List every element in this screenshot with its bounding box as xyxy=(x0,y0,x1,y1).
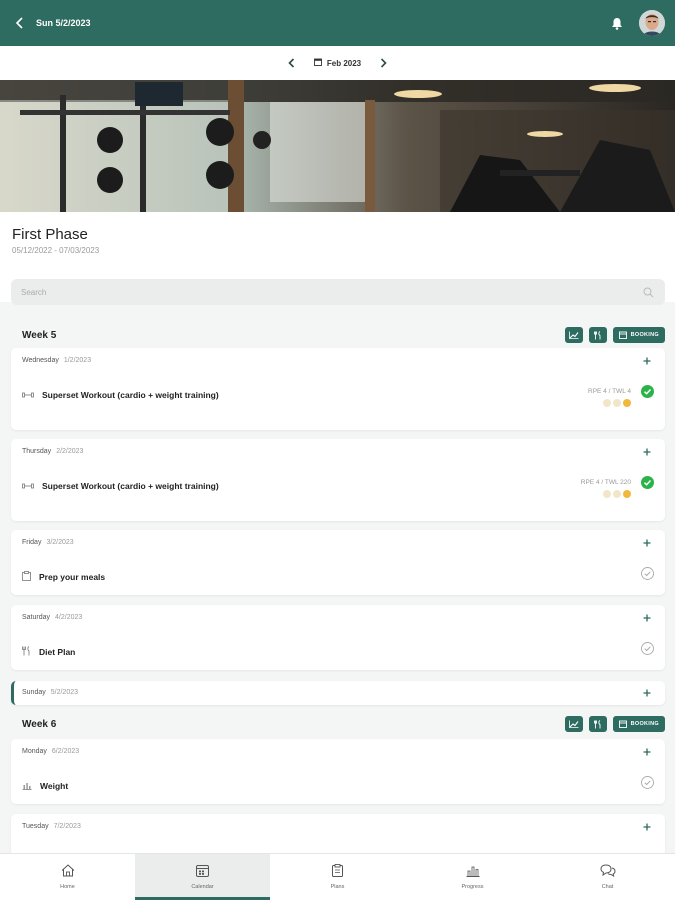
add-icon[interactable] xyxy=(641,746,653,758)
bottom-navigation: Home Calendar Plans Progress Chat xyxy=(0,853,675,900)
booking-button[interactable]: BOOKING xyxy=(612,716,665,732)
weight-item[interactable]: Weight xyxy=(22,777,68,795)
dumbbell-icon xyxy=(22,477,34,495)
diet-plan-item[interactable]: Diet Plan xyxy=(22,643,75,661)
mood-icons xyxy=(581,490,631,498)
tab-label: Plans xyxy=(330,884,345,890)
avatar[interactable] xyxy=(639,10,665,36)
day-name: Sunday xyxy=(22,689,46,696)
incomplete-check-icon[interactable] xyxy=(641,567,654,580)
day-date: 7/2/2023 xyxy=(53,823,81,830)
day-name: Saturday xyxy=(22,614,51,621)
day-card-thursday: Thursday 2/2/2023 Superset Workout (cardi… xyxy=(11,439,665,521)
cutlery-icon xyxy=(22,643,31,661)
tab-chat[interactable]: Chat xyxy=(540,854,675,900)
tab-label: Calendar xyxy=(191,884,214,890)
tab-label: Progress xyxy=(461,883,484,890)
workout-stats: RPE 4 / TWL 4 xyxy=(588,388,631,407)
month-navigator: Feb 2023 xyxy=(0,46,675,80)
task-item[interactable]: Prep your meals xyxy=(22,568,105,586)
week-title: Week 6 xyxy=(22,718,57,730)
bell-icon[interactable] xyxy=(609,15,625,31)
booking-label: BOOKING xyxy=(630,332,659,338)
week-header: Week 6 BOOKING xyxy=(0,713,675,735)
completed-check-icon[interactable] xyxy=(641,385,654,398)
tab-home[interactable]: Home xyxy=(0,854,135,900)
day-date: 2/2/2023 xyxy=(56,448,84,455)
item-name: Weight xyxy=(40,781,69,791)
search-bar xyxy=(11,279,665,305)
day-card-sunday: Sunday 5/2/2023 xyxy=(11,681,665,705)
day-name: Thursday xyxy=(22,448,52,455)
week-title: Week 5 xyxy=(22,329,57,341)
month-picker[interactable]: Feb 2023 xyxy=(313,58,362,68)
rpe-twl-value: RPE 4 / TWL 4 xyxy=(588,388,631,395)
day-date: 6/2/2023 xyxy=(51,748,80,755)
workout-stats: RPE 4 / TWL 220 xyxy=(581,479,631,498)
week-header: Week 5 BOOKING xyxy=(0,324,675,346)
chevron-left-icon[interactable] xyxy=(286,57,298,69)
item-name: Superset Workout (cardio + weight traini… xyxy=(42,481,219,491)
rpe-twl-value: RPE 4 / TWL 220 xyxy=(580,479,631,486)
tab-calendar[interactable]: Calendar xyxy=(135,854,270,900)
header-title: Sun 5/2/2023 xyxy=(36,18,91,28)
phase-dates: 05/12/2022 - 07/03/2023 xyxy=(12,246,100,255)
add-icon[interactable] xyxy=(641,612,653,624)
meal-plan-button[interactable] xyxy=(588,716,607,732)
dumbbell-icon xyxy=(22,386,34,404)
day-name: Friday xyxy=(22,539,42,546)
incomplete-check-icon[interactable] xyxy=(641,642,654,655)
workout-item[interactable]: Superset Workout (cardio + weight traini… xyxy=(22,386,219,404)
day-card-wednesday: Wednesday 1/2/2023 Superset Workout (card… xyxy=(11,348,665,430)
day-name: Monday xyxy=(22,748,47,755)
bar-chart-icon xyxy=(22,777,32,795)
bar-chart-icon xyxy=(466,865,480,879)
day-date: 1/2/2023 xyxy=(63,357,92,364)
day-card-friday: Friday 3/2/2023 Prep your meals xyxy=(11,530,665,595)
add-icon[interactable] xyxy=(641,355,653,367)
booking-label: BOOKING xyxy=(630,721,659,727)
search-icon[interactable] xyxy=(641,285,655,299)
add-icon[interactable] xyxy=(641,687,653,699)
meal-plan-button[interactable] xyxy=(588,327,607,343)
tab-label: Home xyxy=(60,884,75,890)
day-date: 5/2/2023 xyxy=(50,689,78,696)
top-app-bar: Sun 5/2/2023 xyxy=(0,0,675,46)
day-name: Tuesday xyxy=(22,823,49,830)
incomplete-check-icon[interactable] xyxy=(641,776,654,789)
back-icon[interactable] xyxy=(12,15,28,31)
clipboard-icon xyxy=(332,864,343,879)
day-date: 3/2/2023 xyxy=(46,539,74,546)
item-name: Superset Workout (cardio + weight traini… xyxy=(42,390,219,400)
calendar-icon xyxy=(313,58,322,68)
day-card-monday: Monday 6/2/2023 Weight xyxy=(11,739,665,804)
booking-button[interactable]: BOOKING xyxy=(612,327,665,343)
tab-progress[interactable]: Progress xyxy=(405,854,540,900)
add-icon[interactable] xyxy=(641,821,653,833)
add-icon[interactable] xyxy=(641,446,653,458)
item-name: Diet Plan xyxy=(39,647,76,657)
calendar-icon xyxy=(196,864,209,879)
tab-plans[interactable]: Plans xyxy=(270,854,405,900)
phase-title: First Phase xyxy=(12,226,88,243)
hero-gym-image xyxy=(0,80,675,212)
clipboard-icon xyxy=(22,568,31,586)
day-card-saturday: Saturday 4/2/2023 Diet Plan xyxy=(11,605,665,670)
chat-icon xyxy=(599,864,616,879)
item-name: Prep your meals xyxy=(39,572,106,582)
home-icon xyxy=(61,864,75,879)
day-name: Wednesday xyxy=(22,357,59,364)
search-input[interactable] xyxy=(21,287,641,297)
progress-chart-button[interactable] xyxy=(564,327,583,343)
tab-label: Chat xyxy=(601,884,614,890)
workout-item[interactable]: Superset Workout (cardio + weight traini… xyxy=(22,477,219,495)
month-label: Feb 2023 xyxy=(326,58,362,68)
completed-check-icon[interactable] xyxy=(641,476,654,489)
day-date: 4/2/2023 xyxy=(55,614,83,621)
add-icon[interactable] xyxy=(641,537,653,549)
chevron-right-icon[interactable] xyxy=(377,57,389,69)
mood-icons xyxy=(588,399,631,407)
progress-chart-button[interactable] xyxy=(564,716,583,732)
